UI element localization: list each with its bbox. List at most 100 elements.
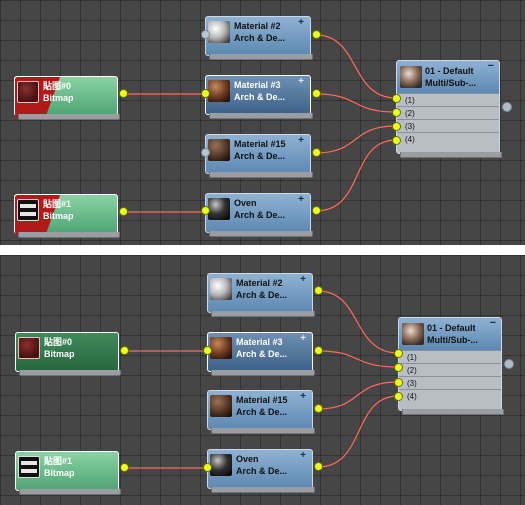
slot-1[interactable]: (1) — [397, 93, 499, 106]
node-name: Material #15 — [236, 395, 288, 405]
node-footer — [211, 487, 315, 493]
material-node-oven[interactable]: Oven Arch & De... + — [207, 449, 315, 493]
slot-2[interactable]: (2) — [397, 106, 499, 119]
material-node-15[interactable]: Material #15 Arch & De... + — [207, 390, 315, 434]
node-type: Bitmap — [43, 93, 74, 103]
node-footer — [402, 409, 504, 415]
wire-material2-to-slot1 — [317, 290, 399, 354]
material-node-3[interactable]: Material #3 Arch & De... + — [207, 332, 315, 376]
slot-2[interactable]: (2) — [399, 363, 501, 376]
plus-icon[interactable]: + — [298, 135, 304, 146]
node-type: Arch & De... — [236, 349, 288, 359]
slot-1-input-port[interactable] — [392, 94, 401, 103]
material-preview-sphere — [210, 278, 232, 300]
slot-3-input-port[interactable] — [394, 378, 403, 387]
bitmap-node-1[interactable]: 貼图#1 Bitmap — [14, 194, 120, 238]
multi-sub-material-node[interactable]: 01 - Default Multi/Sub-... − (1) (2) (3)… — [396, 60, 502, 158]
node-name: 貼图#0 — [44, 337, 73, 347]
output-port[interactable] — [312, 206, 321, 215]
node-type: Arch & De... — [234, 33, 286, 43]
bitmap-node-0[interactable]: 貼图#0 Bitmap — [14, 76, 120, 120]
node-editor-view-bottom[interactable]: 貼图#0 Bitmap 貼图#1 Bitmap Material #2 Arch… — [0, 255, 525, 505]
node-type: Bitmap — [44, 349, 75, 359]
output-port[interactable] — [314, 346, 323, 355]
node-name: Oven — [236, 454, 259, 464]
slot-4[interactable]: (4) — [397, 132, 499, 145]
material-preview-sphere — [402, 323, 424, 345]
node-type: Multi/Sub-... — [425, 78, 476, 88]
node-footer — [211, 370, 315, 376]
slot-3-input-port[interactable] — [392, 122, 401, 131]
input-port[interactable] — [201, 206, 210, 215]
node-footer — [209, 113, 313, 119]
output-port[interactable] — [502, 102, 512, 112]
slot-4-input-port[interactable] — [394, 392, 403, 401]
output-port[interactable] — [504, 359, 514, 369]
slot-4[interactable]: (4) — [399, 389, 501, 402]
minus-icon[interactable]: − — [490, 317, 496, 329]
input-port[interactable] — [201, 148, 210, 157]
slot-2-input-port[interactable] — [392, 108, 401, 117]
output-port[interactable] — [120, 463, 129, 472]
slot-1-input-port[interactable] — [394, 349, 403, 358]
output-port[interactable] — [119, 207, 128, 216]
material-preview-sphere — [400, 66, 422, 88]
slot-3[interactable]: (3) — [397, 119, 499, 132]
node-name: 貼图#0 — [43, 81, 72, 91]
plus-icon[interactable]: + — [298, 76, 304, 87]
output-port[interactable] — [314, 286, 323, 295]
node-name: 01 - Default — [427, 323, 476, 333]
multi-node-header: 01 - Default Multi/Sub-... − — [399, 317, 501, 350]
wire-material3-to-slot2 — [317, 350, 399, 368]
material-node-3[interactable]: Material #3 Arch & De... + — [205, 75, 313, 119]
slot-2-input-port[interactable] — [394, 363, 403, 372]
output-port[interactable] — [312, 30, 321, 39]
plus-icon[interactable]: + — [298, 17, 304, 28]
node-type: Bitmap — [43, 211, 74, 221]
material-node-2[interactable]: Material #2 Arch & De... + — [205, 16, 313, 60]
material-node-15[interactable]: Material #15 Arch & De... + — [205, 134, 313, 178]
material-node-2[interactable]: Material #2 Arch & De... + — [207, 273, 315, 317]
node-footer — [209, 54, 313, 60]
node-type: Bitmap — [44, 468, 75, 478]
node-name: Material #2 — [236, 278, 283, 288]
wire-material2-to-slot1 — [315, 34, 397, 99]
node-footer — [209, 172, 313, 178]
plus-icon[interactable]: + — [300, 274, 306, 285]
multi-sub-material-node[interactable]: 01 - Default Multi/Sub-... − (1) (2) (3)… — [398, 317, 504, 415]
bitmap-thumbnail — [18, 456, 40, 478]
node-type: Arch & De... — [234, 92, 286, 102]
input-port[interactable] — [201, 30, 210, 39]
minus-icon[interactable]: − — [488, 60, 494, 72]
slot-1[interactable]: (1) — [399, 350, 501, 363]
plus-icon[interactable]: + — [300, 450, 306, 461]
node-footer — [18, 232, 120, 238]
node-type: Arch & De... — [236, 466, 288, 476]
node-editor-view-top[interactable]: 貼图#0 Bitmap 貼图#1 Bitmap Material #2 Arch… — [0, 0, 525, 245]
bitmap-node-1[interactable]: 貼图#1 Bitmap — [15, 451, 121, 495]
output-port[interactable] — [119, 89, 128, 98]
material-preview-sphere — [210, 337, 232, 359]
wire-material15-to-slot3 — [317, 381, 399, 410]
bitmap-node-0[interactable]: 貼图#0 Bitmap — [15, 332, 121, 376]
input-port[interactable] — [203, 463, 212, 472]
slot-4-input-port[interactable] — [392, 136, 401, 145]
output-port[interactable] — [120, 346, 129, 355]
input-port[interactable] — [203, 346, 212, 355]
output-port[interactable] — [312, 148, 321, 157]
node-name: Material #3 — [236, 337, 283, 347]
material-node-oven[interactable]: Oven Arch & De... + — [205, 193, 313, 237]
plus-icon[interactable]: + — [300, 333, 306, 344]
node-footer — [400, 152, 502, 158]
material-preview-sphere — [208, 21, 230, 43]
output-port[interactable] — [312, 89, 321, 98]
plus-icon[interactable]: + — [300, 391, 306, 402]
output-port[interactable] — [314, 462, 323, 471]
output-port[interactable] — [314, 404, 323, 413]
slot-3[interactable]: (3) — [399, 376, 501, 389]
node-name: 貼图#1 — [43, 199, 72, 209]
bitmap-thumbnail — [18, 337, 40, 359]
plus-icon[interactable]: + — [298, 194, 304, 205]
input-port[interactable] — [201, 89, 210, 98]
node-footer — [18, 114, 120, 120]
